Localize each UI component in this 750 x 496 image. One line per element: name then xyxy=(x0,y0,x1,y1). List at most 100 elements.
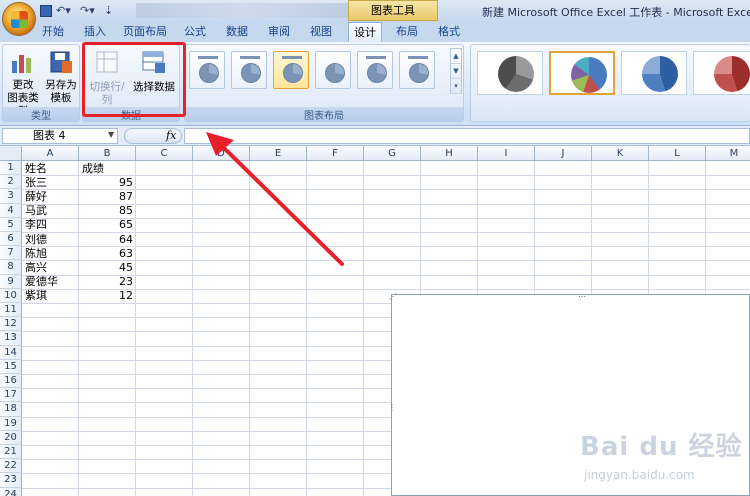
column-header-c[interactable]: C xyxy=(136,146,193,161)
cell-score[interactable]: 85 xyxy=(79,204,133,218)
tab-insert[interactable]: 插入 xyxy=(78,22,112,42)
cell-a1[interactable]: 姓名 xyxy=(25,162,47,176)
layout-gallery-scroll[interactable]: ▲ ▼ ▾ xyxy=(450,48,462,94)
row-header-7[interactable]: 7 xyxy=(0,246,22,261)
chart-layout-2[interactable] xyxy=(231,51,267,89)
chart-resize-handle[interactable]: ⋮ xyxy=(388,404,396,412)
row-header-9[interactable]: 9 xyxy=(0,274,22,289)
row-header-1[interactable]: 1 xyxy=(0,161,22,176)
cell-name[interactable]: 马武 xyxy=(25,204,47,218)
chart-layout-1[interactable] xyxy=(189,51,225,89)
row-header-4[interactable]: 4 xyxy=(0,203,22,218)
tab-view[interactable]: 视图 xyxy=(304,22,338,42)
column-header-d[interactable]: D xyxy=(193,146,250,161)
chart-resize-handle[interactable]: ⋰ xyxy=(389,293,397,301)
cell-score[interactable]: 65 xyxy=(79,218,133,232)
tab-data[interactable]: 数据 xyxy=(220,22,254,42)
tab-layout[interactable]: 布局 xyxy=(390,22,424,42)
tab-design[interactable]: 设计 xyxy=(348,22,382,42)
chart-style-1[interactable] xyxy=(477,51,543,95)
row-header-16[interactable]: 16 xyxy=(0,374,22,389)
cell-name[interactable]: 高兴 xyxy=(25,261,47,275)
row-header-14[interactable]: 14 xyxy=(0,345,22,360)
row-header-6[interactable]: 6 xyxy=(0,232,22,247)
column-header-j[interactable]: J xyxy=(535,146,592,161)
chart-layout-5[interactable] xyxy=(357,51,393,89)
row-header-13[interactable]: 13 xyxy=(0,331,22,346)
undo-icon[interactable]: ↶▾ xyxy=(56,4,71,18)
cell-name[interactable]: 爱德华 xyxy=(25,275,58,289)
chart-style-3[interactable] xyxy=(621,51,687,95)
row-header-10[interactable]: 10 xyxy=(0,288,22,303)
column-header-e[interactable]: E xyxy=(250,146,307,161)
cell-score[interactable]: 63 xyxy=(79,247,133,261)
save-icon[interactable] xyxy=(40,5,52,17)
cell-name[interactable]: 刘德 xyxy=(25,233,47,247)
row-header-22[interactable]: 22 xyxy=(0,459,22,474)
column-header-k[interactable]: K xyxy=(592,146,649,161)
column-header-a[interactable]: A xyxy=(22,146,79,161)
cell-name[interactable]: 薛好 xyxy=(25,190,47,204)
row-header-11[interactable]: 11 xyxy=(0,303,22,318)
cell-score[interactable]: 12 xyxy=(79,289,133,303)
cell-score[interactable]: 64 xyxy=(79,233,133,247)
customize-toolbar-icon[interactable]: ⇣ xyxy=(104,4,113,18)
office-button[interactable] xyxy=(2,2,36,36)
column-header-i[interactable]: I xyxy=(478,146,535,161)
row-header-3[interactable]: 3 xyxy=(0,189,22,204)
gallery-more-icon[interactable]: ▾ xyxy=(451,79,461,94)
chart-resize-handle[interactable]: ⋯ xyxy=(578,293,586,301)
column-header-b[interactable]: B xyxy=(79,146,136,161)
scroll-up-icon[interactable]: ▲ xyxy=(451,49,461,64)
row-header-18[interactable]: 18 xyxy=(0,402,22,417)
row-header-24[interactable]: 24 xyxy=(0,487,22,496)
cell-score[interactable]: 23 xyxy=(79,275,133,289)
column-header-h[interactable]: H xyxy=(421,146,478,161)
cell-name[interactable]: 陈旭 xyxy=(25,247,47,261)
tab-home[interactable]: 开始 xyxy=(34,22,72,42)
chart-layout-6[interactable] xyxy=(399,51,435,89)
chart-layout-3[interactable] xyxy=(273,51,309,89)
row-header-8[interactable]: 8 xyxy=(0,260,22,275)
tab-review[interactable]: 审阅 xyxy=(262,22,296,42)
tab-formulas[interactable]: 公式 xyxy=(178,22,212,42)
row-header-23[interactable]: 23 xyxy=(0,473,22,488)
column-header-l[interactable]: L xyxy=(649,146,706,161)
cell-score[interactable]: 87 xyxy=(79,190,133,204)
cell-name[interactable]: 李四 xyxy=(25,218,47,232)
select-all-corner[interactable] xyxy=(0,146,22,161)
row-header-17[interactable]: 17 xyxy=(0,388,22,403)
chart-layout-4[interactable] xyxy=(315,51,351,89)
chart-style-2[interactable] xyxy=(549,51,615,95)
change-chart-type-button[interactable]: 更改 图表类型 xyxy=(5,47,41,117)
title-bar: ↶▾ ↷▾ ⇣ 图表工具 新建 Microsoft Office Excel 工… xyxy=(0,0,750,36)
cell-b1[interactable]: 成绩 xyxy=(82,162,104,176)
row-header-5[interactable]: 5 xyxy=(0,217,22,232)
row-header-15[interactable]: 15 xyxy=(0,359,22,374)
row-header-12[interactable]: 12 xyxy=(0,317,22,332)
formula-input[interactable] xyxy=(184,128,750,144)
chart-style-4[interactable] xyxy=(693,51,750,95)
column-header-g[interactable]: G xyxy=(364,146,421,161)
column-header-m[interactable]: M xyxy=(706,146,750,161)
save-as-template-button[interactable]: 另存为 模板 xyxy=(43,47,79,105)
row-header-2[interactable]: 2 xyxy=(0,175,22,190)
cell-name[interactable]: 紫琪 xyxy=(25,289,47,303)
column-header-f[interactable]: F xyxy=(307,146,364,161)
row-header-19[interactable]: 19 xyxy=(0,416,22,431)
row-header-21[interactable]: 21 xyxy=(0,445,22,460)
tab-format[interactable]: 格式 xyxy=(432,22,466,42)
cell-name[interactable]: 张三 xyxy=(25,176,47,190)
row-header-20[interactable]: 20 xyxy=(0,430,22,445)
highlight-box xyxy=(82,42,186,117)
redo-icon[interactable]: ↷▾ xyxy=(80,4,95,18)
cell-score[interactable]: 45 xyxy=(79,261,133,275)
name-box[interactable]: 图表 4 xyxy=(2,128,118,144)
chart-layouts-label: 图表布局 xyxy=(185,107,463,122)
insert-function-icon[interactable]: fx xyxy=(166,129,176,142)
scroll-down-icon[interactable]: ▼ xyxy=(451,64,461,79)
tab-page-layout[interactable]: 页面布局 xyxy=(118,22,172,42)
name-box-dropdown-icon[interactable]: ▼ xyxy=(108,130,114,139)
ribbon-tabs: 开始 插入 页面布局 公式 数据 审阅 视图 设计 布局 格式 xyxy=(0,22,750,42)
cell-score[interactable]: 95 xyxy=(79,176,133,190)
